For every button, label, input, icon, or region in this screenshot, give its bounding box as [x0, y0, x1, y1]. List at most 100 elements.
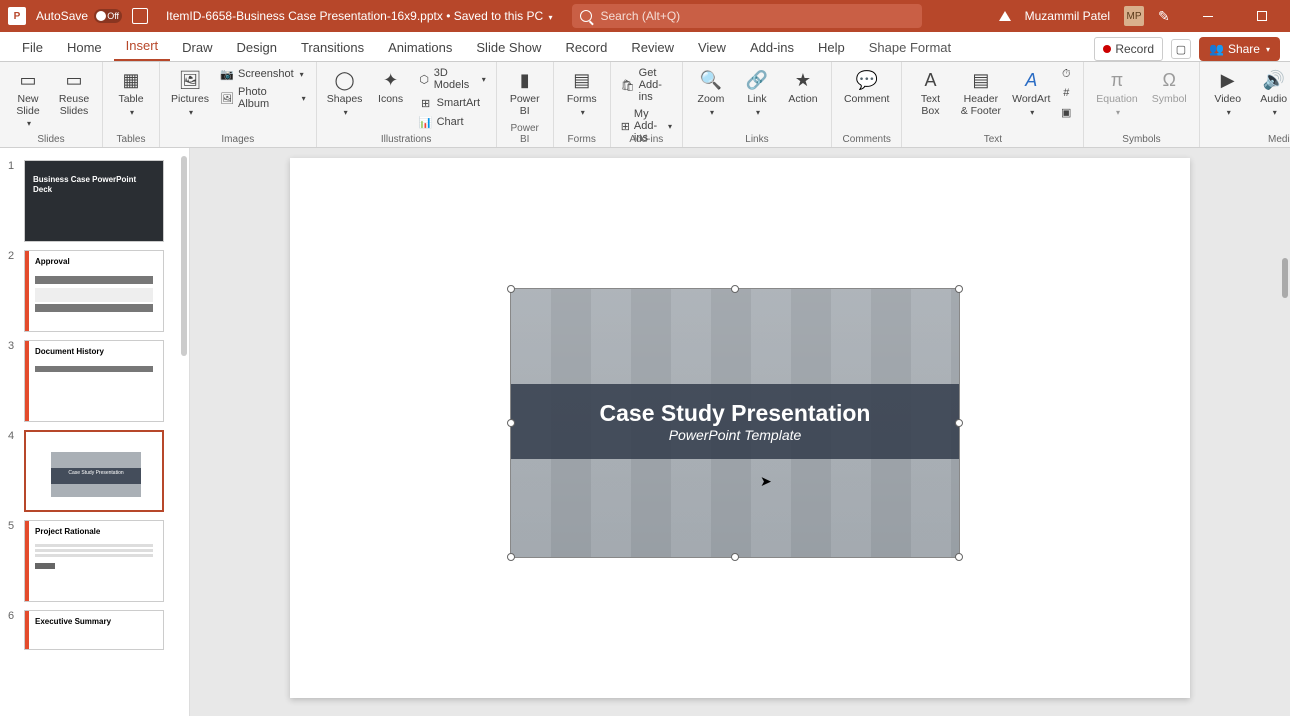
record-button[interactable]: Record [1094, 37, 1163, 61]
table-icon: ▦ [119, 68, 143, 92]
tab-transitions[interactable]: Transitions [289, 34, 376, 61]
link-icon: 🔗 [745, 68, 769, 92]
group-forms-label: Forms [562, 132, 602, 145]
tab-file[interactable]: File [10, 34, 55, 61]
slide-editor[interactable]: Case Study Presentation PowerPoint Templ… [190, 148, 1290, 716]
resize-handle[interactable] [955, 553, 963, 561]
tab-slideshow[interactable]: Slide Show [464, 34, 553, 61]
resize-handle[interactable] [955, 285, 963, 293]
minimize-button[interactable] [1188, 0, 1228, 32]
textbox-icon: A [918, 68, 942, 92]
resize-handle[interactable] [507, 285, 515, 293]
tab-shape-format[interactable]: Shape Format [857, 34, 963, 61]
thumbnail-4[interactable]: Case Study Presentation [24, 430, 164, 512]
main-area: 1 Business Case PowerPoint Deck 2 Approv… [0, 148, 1290, 716]
thumbnail-1[interactable]: Business Case PowerPoint Deck [24, 160, 164, 242]
comment-icon: 💬 [855, 68, 879, 92]
maximize-button[interactable] [1242, 0, 1282, 32]
group-text-label: Text [910, 132, 1075, 145]
user-avatar[interactable]: MP [1124, 6, 1144, 26]
powerbi-button[interactable]: ▮Power BI [505, 66, 545, 119]
selected-picture[interactable]: Case Study Presentation PowerPoint Templ… [510, 288, 960, 558]
shapes-button[interactable]: ◯Shapes▾ [325, 66, 365, 119]
save-icon[interactable] [132, 8, 148, 24]
date-time-button[interactable]: ⏱ [1057, 66, 1075, 82]
object-button[interactable]: ▣ [1057, 104, 1075, 120]
group-images-label: Images [168, 132, 308, 145]
photo-album-button[interactable]: 🖼Photo Album▾ [218, 85, 308, 111]
resize-handle[interactable] [955, 419, 963, 427]
3d-models-button[interactable]: ⬡3D Models▾ [417, 66, 488, 92]
tab-record[interactable]: Record [553, 34, 619, 61]
equation-icon: π [1105, 68, 1129, 92]
tab-animations[interactable]: Animations [376, 34, 464, 61]
icons-button[interactable]: ✦Icons [371, 66, 411, 108]
vertical-scrollbar[interactable] [1278, 148, 1288, 716]
present-mode-icon[interactable]: ▢ [1171, 39, 1191, 59]
chart-icon: 📊 [419, 115, 433, 129]
tab-insert[interactable]: Insert [114, 32, 171, 61]
reuse-slides-button[interactable]: ▭Reuse Slides [54, 66, 94, 119]
chart-button[interactable]: 📊Chart [417, 114, 488, 130]
video-button[interactable]: ▶Video▾ [1208, 66, 1248, 119]
wordart-button[interactable]: AWordArt▾ [1011, 66, 1051, 119]
action-button[interactable]: ★Action [783, 66, 823, 108]
thumbnail-5[interactable]: Project Rationale [24, 520, 164, 602]
screenshot-button[interactable]: 📷Screenshot▾ [218, 66, 308, 82]
share-button[interactable]: 👥 Share ▾ [1199, 37, 1280, 61]
group-symbols-label: Symbols [1092, 132, 1190, 145]
tab-draw[interactable]: Draw [170, 34, 224, 61]
pictures-button[interactable]: 🖼Pictures▾ [168, 66, 212, 119]
header-footer-button[interactable]: ▤Header & Footer [956, 66, 1005, 119]
thumbnail-3[interactable]: Document History [24, 340, 164, 422]
resize-handle[interactable] [731, 285, 739, 293]
symbol-icon: Ω [1157, 68, 1181, 92]
tab-help[interactable]: Help [806, 34, 857, 61]
forms-icon: ▤ [570, 68, 594, 92]
new-slide-icon: ▭ [16, 68, 40, 92]
slide-title: Case Study Presentation [600, 400, 871, 427]
thumbnail-scrollbar[interactable] [181, 156, 187, 356]
resize-handle[interactable] [507, 553, 515, 561]
tab-home[interactable]: Home [55, 34, 114, 61]
wordart-icon: A [1019, 68, 1043, 92]
forms-button[interactable]: ▤Forms▾ [562, 66, 602, 119]
slide-number-button[interactable]: # [1057, 85, 1075, 101]
resize-handle[interactable] [731, 553, 739, 561]
zoom-button[interactable]: 🔍Zoom▾ [691, 66, 731, 119]
symbol-button[interactable]: ΩSymbol [1148, 66, 1191, 108]
ribbon: ▭New Slide▾ ▭Reuse Slides Slides ▦Table▾… [0, 62, 1290, 148]
tab-view[interactable]: View [686, 34, 738, 61]
equation-button[interactable]: πEquation▾ [1092, 66, 1141, 119]
document-title[interactable]: ItemID-6658-Business Case Presentation-1… [166, 9, 552, 23]
user-name[interactable]: Muzammil Patel [1025, 9, 1110, 23]
textbox-button[interactable]: AText Box [910, 66, 950, 119]
slide-canvas[interactable]: Case Study Presentation PowerPoint Templ… [290, 158, 1190, 698]
tab-review[interactable]: Review [619, 34, 686, 61]
title-bar: P AutoSave Off ItemID-6658-Business Case… [0, 0, 1290, 32]
cursor-icon: ➤ [760, 473, 772, 490]
tab-addins[interactable]: Add-ins [738, 34, 806, 61]
group-tables-label: Tables [111, 132, 151, 145]
action-icon: ★ [791, 68, 815, 92]
tab-design[interactable]: Design [225, 34, 289, 61]
resize-handle[interactable] [507, 419, 515, 427]
store-icon: 🛍 [621, 78, 635, 92]
slide-thumbnails-panel[interactable]: 1 Business Case PowerPoint Deck 2 Approv… [0, 148, 190, 716]
icons-icon: ✦ [379, 68, 403, 92]
pen-icon[interactable] [1158, 8, 1174, 24]
link-button[interactable]: 🔗Link▾ [737, 66, 777, 119]
search-input[interactable]: Search (Alt+Q) [572, 4, 922, 28]
get-addins-button[interactable]: 🛍Get Add-ins [619, 66, 674, 104]
thumbnail-2[interactable]: Approval [24, 250, 164, 332]
group-illustrations-label: Illustrations [325, 132, 488, 145]
addins-icon: ⊞ [621, 119, 630, 133]
table-button[interactable]: ▦Table▾ [111, 66, 151, 119]
smartart-button[interactable]: ⊞SmartArt [417, 95, 488, 111]
autosave-toggle[interactable]: AutoSave Off [36, 9, 122, 23]
thumbnail-6[interactable]: Executive Summary [24, 610, 164, 650]
warning-icon[interactable] [999, 11, 1011, 21]
audio-button[interactable]: 🔊Audio▾ [1254, 66, 1290, 119]
comment-button[interactable]: 💬Comment [840, 66, 894, 108]
new-slide-button[interactable]: ▭New Slide▾ [8, 66, 48, 130]
